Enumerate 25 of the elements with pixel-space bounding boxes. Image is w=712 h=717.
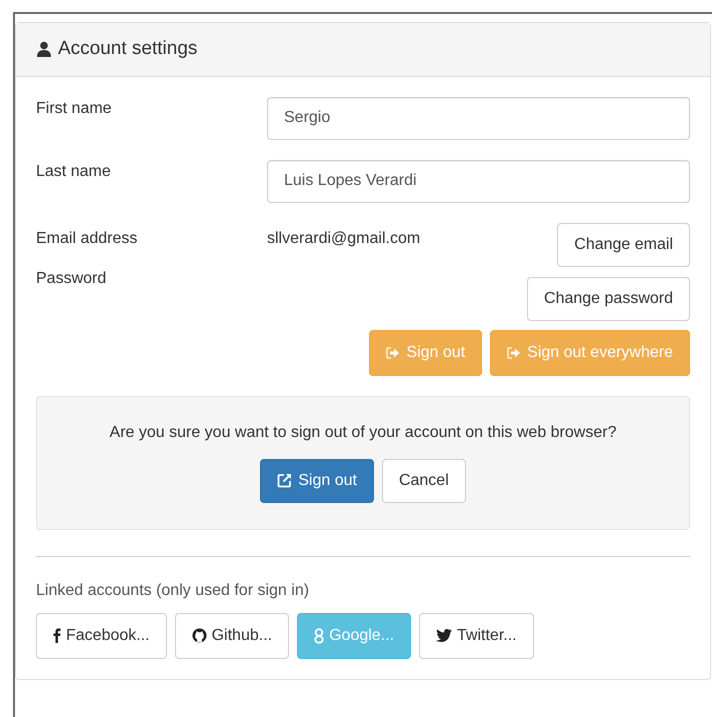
account-button[interactable]: Twitter... [419, 612, 534, 658]
confirm-message: Are you sure you want to sign out of your account on this web browser? [108, 422, 618, 442]
text-field[interactable]: Luis Lopes Verardi [267, 160, 690, 202]
twitter-icon [436, 629, 452, 642]
account-button[interactable]: Github... [174, 612, 290, 658]
text-field[interactable]: Sergio [267, 96, 690, 140]
change-password-button[interactable]: Change password [527, 276, 690, 320]
sign-out-icon [507, 346, 522, 358]
field-label: Last name [36, 162, 112, 182]
account-button[interactable]: Facebook... [36, 612, 167, 658]
field-label: Password [36, 268, 108, 288]
field-label: First name [36, 98, 113, 118]
sign-out-icon [386, 346, 400, 358]
panel-title: Account settings [58, 37, 198, 61]
field-label: Email address [36, 228, 138, 248]
sign-out-button[interactable]: Sign out [260, 458, 374, 502]
change-email-button[interactable]: Change email [557, 222, 690, 266]
google-icon [314, 628, 324, 644]
section-label: Linked accounts (only used for sign in) [36, 580, 310, 600]
user-icon [36, 41, 52, 58]
github-icon [192, 628, 207, 643]
cancel-button[interactable]: Cancel [382, 458, 466, 502]
email-text: sllverardi@gmail.com [267, 228, 420, 248]
external-link-icon [277, 473, 292, 488]
facebook-icon [53, 628, 61, 643]
